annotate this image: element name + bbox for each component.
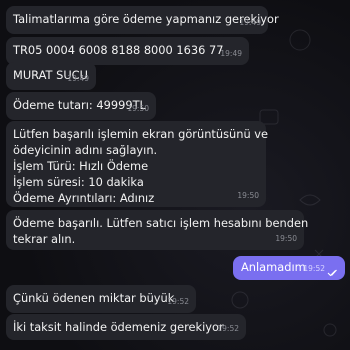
message-time: 19:50: [237, 191, 259, 200]
incoming-message[interactable]: İki taksit halinde ödemeniz gerekiyor 19…: [6, 314, 246, 340]
message-line: tekrar alın.: [13, 232, 76, 246]
message-line: Ödeme Ayrıntıları: Adınız: [13, 191, 155, 205]
message-time: 19:52: [303, 264, 325, 273]
incoming-message[interactable]: Ödeme başarılı. Lütfen satıcı işlem hesa…: [6, 210, 309, 250]
message-time: 19:49: [220, 49, 242, 58]
message-line: Ödeme başarılı. Lütfen satıcı işlem hesa…: [13, 216, 309, 230]
message-line: Lütfen başarılı işlemin ekran görüntüsün…: [13, 127, 269, 141]
outgoing-message[interactable]: Anlamadım 19:52: [233, 256, 345, 280]
message-line: ödeyicinin adını sağlayın.: [13, 143, 158, 157]
incoming-message[interactable]: Ödeme tutarı: 49999TL 19:50: [6, 92, 156, 120]
message-text: Talimatlarıma göre ödeme yapmanız gereki…: [13, 12, 279, 26]
message-time: 19:50: [127, 104, 149, 113]
message-time: 19:49: [67, 74, 89, 83]
message-time: 19:49: [239, 18, 261, 27]
chat-background: Talimatlarıma göre ödeme yapmanız gereki…: [0, 0, 350, 350]
message-line: İşlem Türü: Hızlı Ödeme: [13, 159, 149, 173]
incoming-message[interactable]: TR05 0004 6008 8188 8000 1636 77 19:49: [6, 37, 249, 65]
message-time: 19:52: [167, 297, 189, 306]
message-time: 19:52: [217, 324, 239, 333]
incoming-message[interactable]: Lütfen başarılı işlemin ekran görüntüsün…: [6, 121, 269, 207]
incoming-message[interactable]: MURAT SUCU 19:49: [6, 62, 96, 90]
message-text: İki taksit halinde ödemeniz gerekiyor: [13, 320, 224, 334]
message-text: TR05 0004 6008 8188 8000 1636 77: [13, 43, 224, 57]
message-line: İşlem süresi: 10 dakika: [13, 175, 144, 189]
incoming-message[interactable]: Talimatlarıma göre ödeme yapmanız gereki…: [6, 6, 279, 34]
message-text: Çünkü ödenen miktar büyük: [13, 291, 175, 305]
message-time: 19:50: [275, 234, 297, 243]
read-checkmark-icon: [327, 269, 337, 277]
incoming-message[interactable]: Çünkü ödenen miktar büyük 19:52: [6, 285, 196, 313]
